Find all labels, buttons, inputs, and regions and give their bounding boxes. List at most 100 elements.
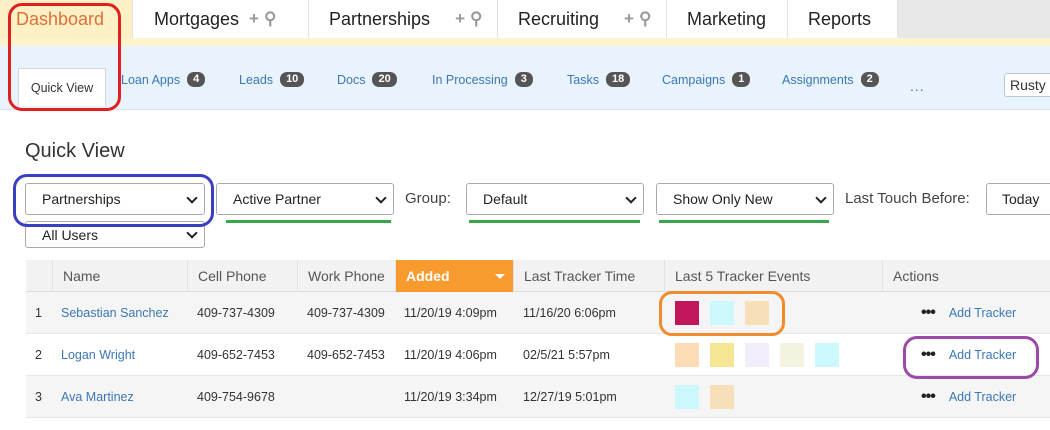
annotation-red-box (8, 3, 121, 111)
search-icon[interactable]: ⚲ (470, 9, 482, 29)
top-nav-bar: Dashboard Mortgages + ⚲ Partnerships + ⚲… (0, 0, 1050, 40)
table-row: 3 Ava Martinez 409-754-9678 11/20/19 3:3… (26, 376, 1050, 418)
add-tracker-link[interactable]: Add Tracker (949, 306, 1016, 320)
subtab-label: In Processing (432, 72, 508, 87)
cell-phone: 409-754-9678 (197, 390, 275, 404)
added-date: 11/20/19 4:06pm (404, 348, 497, 362)
contact-name-link[interactable]: Ava Martinez (52, 376, 134, 418)
subtab-label: Assignments (782, 72, 854, 87)
status-underline (226, 220, 391, 223)
work-phone (298, 376, 307, 418)
cell-phone: 409-652-7453 (197, 348, 275, 362)
group-select-value: Default (483, 191, 528, 207)
tab-reports-label: Reports (808, 8, 872, 29)
tab-partnerships-label: Partnerships (329, 8, 431, 29)
subtab-label: Leads (239, 72, 274, 87)
more-tabs-icon[interactable]: ... (910, 78, 925, 94)
more-actions-icon[interactable]: ••• (921, 388, 936, 406)
group-label: Group: (405, 190, 451, 207)
row-actions: ••• Add Tracker (912, 376, 1016, 418)
group-underline (469, 220, 640, 223)
annotation-purple-box (903, 336, 1039, 379)
row-actions: ••• Add Tracker (912, 292, 1016, 334)
search-icon[interactable]: ⚲ (639, 9, 651, 29)
tab-recruiting[interactable]: Recruiting + ⚲ (498, 0, 667, 38)
more-actions-icon[interactable]: ••• (921, 304, 936, 322)
tracker-event-swatch[interactable] (675, 343, 699, 367)
tab-reports[interactable]: Reports (788, 0, 898, 38)
last-touch-value: Today (1002, 191, 1040, 207)
subtab-docs[interactable]: Docs 20 (337, 72, 397, 87)
plus-icon[interactable]: + (624, 9, 634, 29)
last-tracker-time: 11/16/20 6:06pm (523, 306, 616, 320)
tab-recruiting-label: Recruiting (518, 8, 600, 29)
subtab-label: Campaigns (662, 72, 726, 87)
col-header-index (26, 260, 53, 292)
tracker-event-swatch[interactable] (675, 385, 699, 409)
tracker-events (666, 334, 850, 376)
count-badge: 3 (514, 72, 533, 87)
tracker-event-swatch[interactable] (710, 343, 734, 367)
tracker-event-swatch[interactable] (815, 343, 839, 367)
col-header-last-tracker-time[interactable]: Last Tracker Time (514, 260, 665, 292)
count-badge: 20 (372, 72, 397, 87)
new-filter-select[interactable]: Show Only New (656, 183, 834, 215)
col-header-cell-phone[interactable]: Cell Phone (188, 260, 298, 292)
last-tracker-time: 02/5/21 5:57pm (523, 348, 610, 362)
sort-desc-icon (495, 274, 505, 279)
tracker-event-swatch[interactable] (710, 385, 734, 409)
add-tracker-link[interactable]: Add Tracker (949, 390, 1016, 404)
plus-icon[interactable]: + (249, 9, 259, 29)
count-badge: 1 (732, 72, 751, 87)
contact-name-link[interactable]: Sebastian Sanchez (52, 292, 169, 334)
subtab-label: Tasks (567, 72, 599, 87)
contact-name-link[interactable]: Logan Wright (52, 334, 135, 376)
row-index: 1 (35, 306, 42, 320)
subtab-in-processing[interactable]: In Processing 3 (432, 72, 533, 87)
count-badge: 18 (605, 72, 631, 87)
last-touch-input[interactable]: Today (986, 183, 1050, 215)
subtab-label: Loan Apps (121, 72, 181, 87)
col-header-actions: Actions (893, 268, 939, 284)
search-icon[interactable]: ⚲ (264, 9, 276, 29)
subtab-campaigns[interactable]: Campaigns 1 (662, 72, 751, 87)
top-nav-underline (0, 38, 1050, 46)
col-header-added[interactable]: Added (396, 260, 514, 292)
cell-phone: 409-737-4309 (197, 306, 275, 320)
user-menu-button[interactable]: Rusty (1004, 73, 1050, 97)
tab-marketing[interactable]: Marketing (667, 0, 788, 38)
sub-nav-bar: Quick View Loan Apps 4 Leads 10 Docs 20 … (0, 46, 1050, 110)
col-header-added-label: Added (406, 268, 450, 284)
count-badge: 2 (860, 72, 879, 87)
col-header-tracker-events: Last 5 Tracker Events (665, 260, 883, 292)
work-phone: 409-652-7453 (307, 348, 385, 362)
col-header-work-phone[interactable]: Work Phone (298, 260, 396, 292)
subtab-tasks[interactable]: Tasks 18 (567, 72, 631, 87)
count-badge: 10 (280, 72, 305, 87)
chevron-down-icon (625, 192, 637, 204)
tab-mortgages[interactable]: Mortgages + ⚲ (133, 0, 309, 38)
annotation-blue-box (13, 174, 214, 227)
annotation-orange-box (659, 291, 785, 336)
new-filter-underline (659, 220, 829, 223)
subtab-leads[interactable]: Leads 10 (239, 72, 305, 87)
tracker-events (666, 376, 745, 418)
row-index: 3 (35, 390, 42, 404)
tracker-event-swatch[interactable] (745, 343, 769, 367)
group-select[interactable]: Default (466, 183, 644, 215)
chevron-down-icon (186, 227, 198, 239)
col-header-name[interactable]: Name (53, 260, 188, 292)
table-header: Name Cell Phone Work Phone Added Last Tr… (26, 260, 1050, 292)
added-date: 11/20/19 3:34pm (404, 390, 497, 404)
tab-partnerships[interactable]: Partnerships + ⚲ (309, 0, 498, 38)
status-select[interactable]: Active Partner (216, 183, 394, 215)
chevron-down-icon (375, 192, 387, 204)
work-phone: 409-737-4309 (307, 306, 385, 320)
page-title: Quick View (25, 140, 125, 162)
subtab-assignments[interactable]: Assignments 2 (782, 72, 879, 87)
subtab-loan-apps[interactable]: Loan Apps 4 (121, 72, 206, 87)
users-select-value: All Users (42, 226, 99, 243)
count-badge: 4 (187, 72, 206, 87)
plus-icon[interactable]: + (455, 9, 465, 29)
tracker-event-swatch[interactable] (780, 343, 804, 367)
